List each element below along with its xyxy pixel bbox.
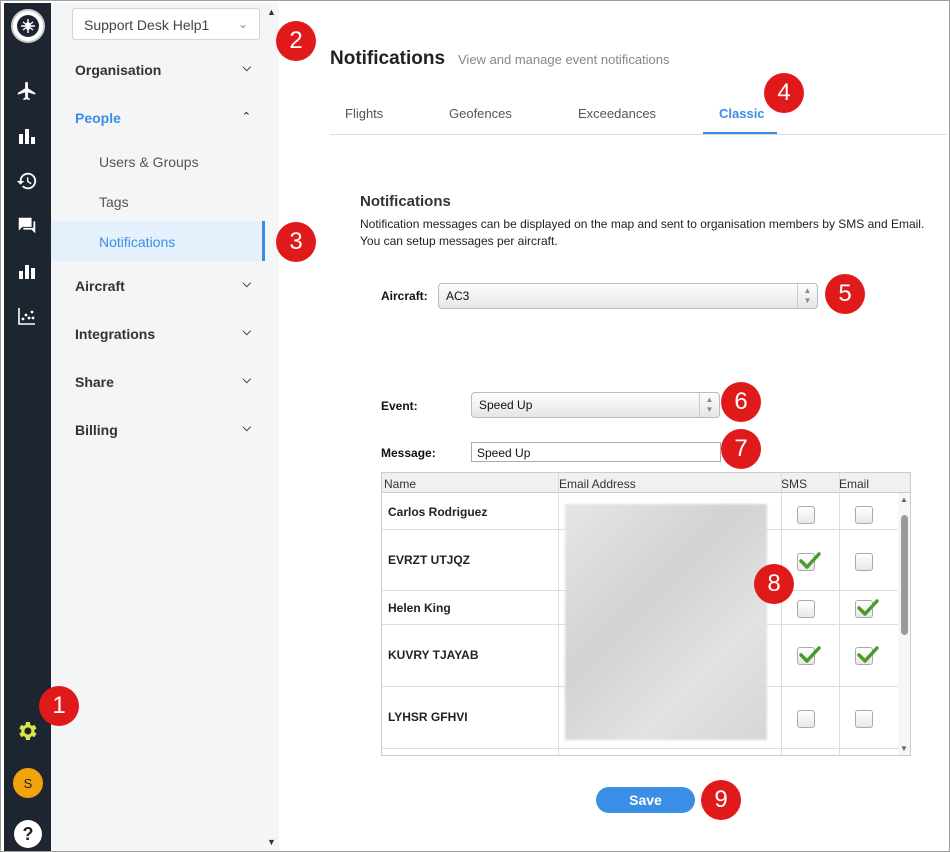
scatter-plot-icon[interactable] bbox=[15, 304, 39, 328]
recipient-name: LYHSR GFHVI bbox=[388, 710, 468, 724]
help-icon[interactable]: ? bbox=[14, 820, 42, 848]
sms-checkbox[interactable] bbox=[797, 552, 821, 571]
scroll-up-arrow-icon[interactable]: ▲ bbox=[900, 495, 908, 504]
nav-group-label: Integrations bbox=[75, 326, 156, 342]
settings-gear-icon[interactable] bbox=[15, 719, 39, 748]
callout-badge: 4 bbox=[764, 73, 804, 113]
page-title: Notifications bbox=[330, 48, 446, 69]
active-tab-indicator bbox=[703, 132, 777, 134]
column-header-email-address[interactable]: Email Address bbox=[559, 477, 636, 491]
sms-checkbox[interactable] bbox=[797, 710, 815, 728]
section-description: Notification messages can be displayed o… bbox=[360, 216, 940, 250]
scroll-down-arrow-icon[interactable]: ▼ bbox=[267, 837, 276, 847]
app-logo[interactable] bbox=[11, 9, 45, 43]
tab-bar: Flights Geofences Exceedances Classic bbox=[330, 97, 947, 135]
redacted-email-addresses bbox=[565, 504, 767, 740]
scroll-down-arrow-icon[interactable]: ▼ bbox=[900, 744, 908, 753]
nav-group-label: Organisation bbox=[75, 62, 162, 78]
nav-group-label: Aircraft bbox=[75, 278, 125, 294]
callout-badge: 2 bbox=[276, 21, 316, 61]
organisation-selector-value: Support Desk Help1 bbox=[84, 17, 210, 33]
callout-badge: 8 bbox=[754, 564, 794, 604]
callout-badge: 3 bbox=[276, 222, 316, 262]
email-checkbox[interactable] bbox=[855, 599, 879, 618]
scrollbar-thumb[interactable] bbox=[901, 515, 908, 635]
chevron-down-icon: ⌵ bbox=[242, 62, 251, 74]
history-icon[interactable] bbox=[15, 169, 39, 193]
page-subtitle: View and manage event notifications bbox=[458, 52, 670, 67]
nav-group-share[interactable]: Share ⌵ bbox=[75, 374, 251, 390]
column-header-name[interactable]: Name bbox=[384, 477, 416, 491]
callout-badge: 6 bbox=[721, 382, 761, 422]
chevron-down-icon: ⌵ bbox=[242, 326, 251, 338]
aircraft-label: Aircraft: bbox=[381, 289, 428, 303]
app-window: S ? Support Desk Help1 ⌄ Organisation ⌵ … bbox=[0, 0, 950, 852]
tab-exceedances[interactable]: Exceedances bbox=[578, 106, 656, 121]
email-checkbox[interactable] bbox=[855, 710, 873, 728]
nav-group-billing[interactable]: Billing ⌵ bbox=[75, 422, 251, 438]
callout-badge: 5 bbox=[825, 274, 865, 314]
nav-item-users-groups[interactable]: Users & Groups bbox=[99, 154, 199, 170]
aircraft-select[interactable]: AC3 ▲ ▼ bbox=[438, 283, 818, 309]
select-spinner-icon: ▲ ▼ bbox=[797, 284, 817, 308]
nav-group-label: People bbox=[75, 110, 121, 126]
save-button[interactable]: Save bbox=[596, 787, 695, 813]
section-title: Notifications bbox=[360, 193, 451, 210]
column-header-email[interactable]: Email bbox=[839, 477, 869, 491]
settings-sidebar: Support Desk Help1 ⌄ Organisation ⌵ Peop… bbox=[51, 3, 265, 851]
tab-flights[interactable]: Flights bbox=[345, 106, 383, 121]
chevron-down-icon: ⌵ bbox=[242, 278, 251, 290]
tab-classic[interactable]: Classic bbox=[719, 106, 765, 121]
section-description-line: You can setup messages per aircraft. bbox=[360, 234, 558, 248]
table-header: Name Email Address SMS Email bbox=[382, 473, 910, 493]
nav-group-label: Billing bbox=[75, 422, 118, 438]
sms-checkbox[interactable] bbox=[797, 600, 815, 618]
nav-group-people[interactable]: People ⌃ bbox=[75, 110, 251, 126]
sidebar-scrollbar[interactable]: ▲ ▼ bbox=[265, 3, 279, 851]
chevron-up-icon: ⌃ bbox=[241, 111, 251, 123]
nav-group-aircraft[interactable]: Aircraft ⌵ bbox=[75, 278, 251, 294]
recipient-name: Helen King bbox=[388, 601, 451, 615]
event-label: Event: bbox=[381, 399, 418, 413]
sms-checkbox[interactable] bbox=[797, 646, 821, 665]
recipients-table: Name Email Address SMS Email Carlos Rodr… bbox=[381, 472, 911, 756]
icon-rail: S ? bbox=[4, 3, 59, 851]
airplane-icon[interactable] bbox=[15, 79, 39, 103]
bar-chart-icon[interactable] bbox=[15, 124, 39, 148]
chat-icon[interactable] bbox=[15, 214, 39, 238]
email-checkbox[interactable] bbox=[855, 646, 879, 665]
callout-badge: 1 bbox=[39, 686, 79, 726]
chevron-down-icon: ⌵ bbox=[242, 422, 251, 434]
nav-item-tags[interactable]: Tags bbox=[99, 194, 129, 210]
callout-badge: 9 bbox=[701, 780, 741, 820]
organisation-selector[interactable]: Support Desk Help1 ⌄ bbox=[72, 8, 260, 40]
chevron-down-icon: ⌵ bbox=[242, 374, 251, 386]
column-header-sms[interactable]: SMS bbox=[781, 477, 807, 491]
select-spinner-icon: ▲ ▼ bbox=[699, 393, 719, 417]
email-checkbox[interactable] bbox=[855, 506, 873, 524]
recipient-name: EVRZT UTJQZ bbox=[388, 553, 471, 567]
sms-checkbox[interactable] bbox=[797, 506, 815, 524]
user-avatar[interactable]: S bbox=[13, 768, 43, 798]
stats-icon[interactable] bbox=[15, 259, 39, 283]
callout-badge: 7 bbox=[721, 429, 761, 469]
nav-group-integrations[interactable]: Integrations ⌵ bbox=[75, 326, 251, 342]
nav-group-organisation[interactable]: Organisation ⌵ bbox=[75, 62, 251, 78]
table-scrollbar[interactable]: ▲ ▼ bbox=[898, 493, 910, 755]
email-checkbox[interactable] bbox=[855, 553, 873, 571]
event-select-value: Speed Up bbox=[479, 398, 533, 412]
message-label: Message: bbox=[381, 446, 436, 460]
nav-group-label: Share bbox=[75, 374, 114, 390]
section-description-line: Notification messages can be displayed o… bbox=[360, 217, 925, 231]
recipient-name: KUVRY TJAYAB bbox=[388, 648, 479, 662]
message-input[interactable]: Speed Up bbox=[471, 442, 721, 462]
nav-item-notifications[interactable]: Notifications bbox=[99, 234, 175, 250]
chevron-down-icon: ⌄ bbox=[237, 17, 248, 31]
event-select[interactable]: Speed Up ▲ ▼ bbox=[471, 392, 720, 418]
aircraft-select-value: AC3 bbox=[446, 289, 470, 303]
scroll-up-arrow-icon[interactable]: ▲ bbox=[267, 7, 276, 17]
recipient-name: Carlos Rodriguez bbox=[388, 505, 488, 519]
tab-geofences[interactable]: Geofences bbox=[449, 106, 512, 121]
